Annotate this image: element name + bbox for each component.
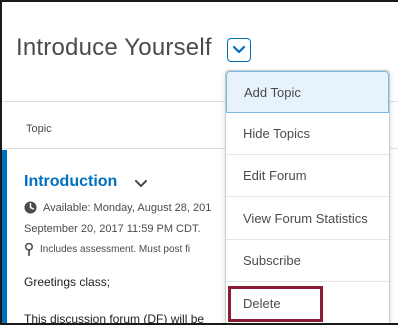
chevron-down-icon: [233, 46, 245, 54]
page-title: Introduce Yourself: [16, 34, 212, 61]
topic-greeting: Greetings class;: [24, 275, 111, 289]
clock-icon: [24, 201, 37, 214]
pin-icon: [25, 243, 33, 256]
column-header-topic: Topic: [26, 123, 52, 135]
assessment-info: Includes assessment. Must post fi: [24, 243, 190, 256]
menu-item-subscribe[interactable]: Subscribe: [226, 240, 389, 282]
menu-item-add-topic[interactable]: Add Topic: [226, 71, 389, 113]
menu-item-hide-topics[interactable]: Hide Topics: [226, 113, 389, 155]
menu-item-label: Hide Topics: [243, 126, 310, 141]
availability-end-text: September 20, 2017 11:59 PM CDT.: [24, 223, 201, 235]
row-accent-bar: [2, 150, 7, 323]
assessment-text: Includes assessment. Must post fi: [40, 244, 191, 255]
menu-item-label: Edit Forum: [243, 168, 307, 183]
topic-description: This discussion forum (DF) will be: [24, 312, 205, 325]
forum-actions-menu: Add Topic Hide Topics Edit Forum View Fo…: [225, 70, 390, 323]
menu-item-delete[interactable]: Delete: [226, 282, 389, 323]
forum-actions-dropdown-button[interactable]: [227, 38, 251, 62]
menu-item-edit-forum[interactable]: Edit Forum: [226, 155, 389, 197]
menu-item-label: Subscribe: [243, 253, 301, 268]
topic-title-link[interactable]: Introduction: [24, 173, 117, 191]
menu-item-label: Add Topic: [244, 84, 301, 100]
availability-info: Available: Monday, August 28, 201: [24, 201, 211, 214]
chevron-down-icon[interactable]: [135, 180, 147, 188]
menu-item-view-forum-statistics[interactable]: View Forum Statistics: [226, 198, 389, 240]
app-frame: Introduce Yourself Topic Introduction Av…: [0, 0, 398, 325]
menu-item-label: Delete: [243, 295, 281, 311]
availability-text: Available: Monday, August 28, 201: [43, 201, 212, 214]
menu-item-label: View Forum Statistics: [243, 211, 368, 226]
